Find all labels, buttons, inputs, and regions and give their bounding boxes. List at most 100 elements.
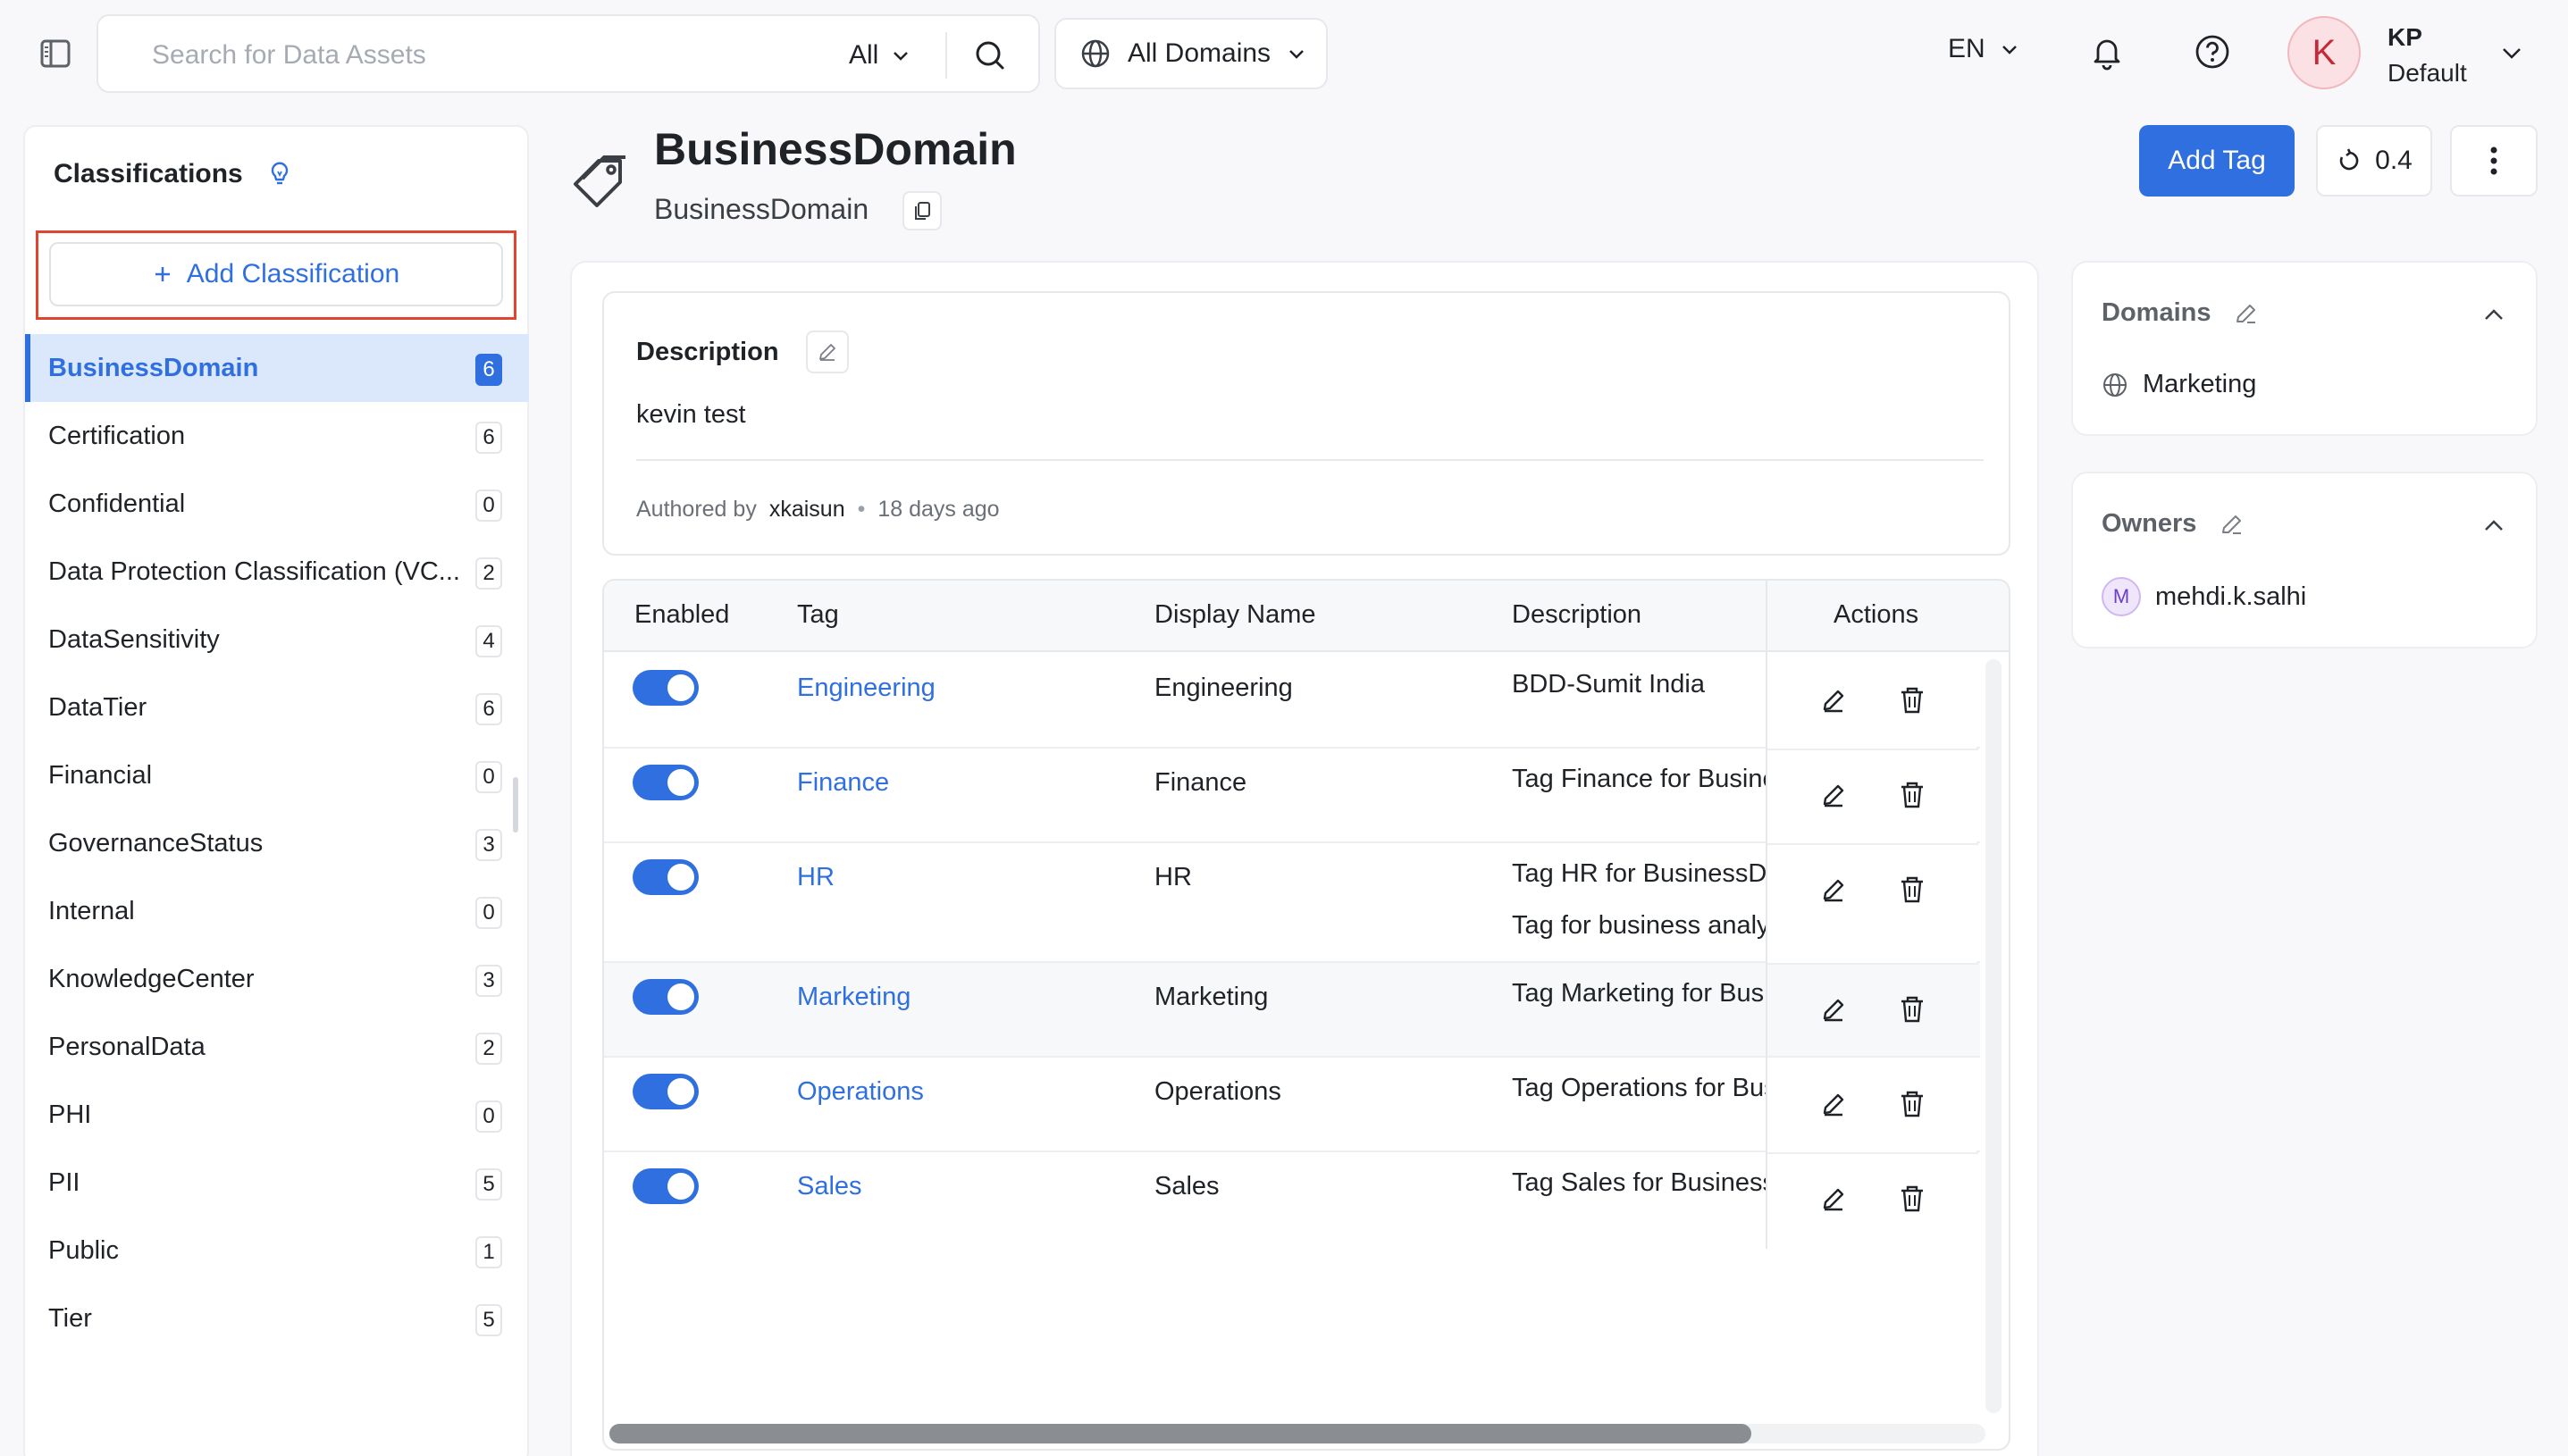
edit-icon[interactable] — [1816, 682, 1851, 718]
column-header-display-name: Display Name — [1154, 600, 1316, 629]
edit-description-icon[interactable] — [805, 331, 849, 373]
version-button[interactable]: 0.4 — [2316, 125, 2432, 197]
domain-item[interactable]: Marketing — [2102, 370, 2256, 399]
count-badge: 3 — [475, 829, 502, 861]
classification-item-datasensitivity[interactable]: DataSensitivity 4 — [25, 606, 529, 674]
notification-bell-icon[interactable] — [2087, 32, 2127, 71]
sidebar-scrollbar[interactable] — [513, 777, 518, 833]
classification-item-confidential[interactable]: Confidential 0 — [25, 470, 529, 538]
classification-item-internal[interactable]: Internal 0 — [25, 877, 529, 945]
classification-item-tier[interactable]: Tier 5 — [25, 1284, 529, 1352]
enabled-toggle[interactable] — [633, 765, 699, 800]
column-header-enabled: Enabled — [634, 600, 730, 629]
count-badge: 0 — [475, 1100, 502, 1133]
classification-label: Tier — [48, 1303, 92, 1333]
trash-icon[interactable] — [1894, 872, 1930, 908]
table-vertical-scrollbar[interactable] — [1985, 659, 2002, 1413]
classification-label: Internal — [48, 896, 135, 925]
edit-icon[interactable] — [1816, 992, 1851, 1027]
classification-item-pii[interactable]: PII 5 — [25, 1149, 529, 1217]
version-label: 0.4 — [2375, 146, 2413, 175]
edit-domains-icon[interactable] — [2234, 301, 2259, 326]
edit-icon[interactable] — [1816, 1086, 1851, 1122]
classification-item-knowledgecenter[interactable]: KnowledgeCenter 3 — [25, 945, 529, 1013]
count-badge: 6 — [475, 354, 502, 386]
trash-icon[interactable] — [1894, 777, 1930, 813]
classification-item-financial[interactable]: Financial 0 — [25, 741, 529, 809]
chevron-up-icon[interactable] — [2479, 300, 2509, 331]
help-icon[interactable] — [2193, 32, 2232, 71]
count-badge: 2 — [475, 557, 502, 590]
description-meta: Authored by xkaisun • 18 days ago — [636, 497, 1000, 523]
search-bar: All — [97, 14, 1040, 93]
tag-link[interactable]: Marketing — [797, 983, 911, 1012]
divider — [636, 459, 1984, 461]
classification-item-governancestatus[interactable]: GovernanceStatus 3 — [25, 809, 529, 877]
more-options-icon[interactable] — [2450, 125, 2538, 197]
language-dropdown[interactable]: EN — [1948, 34, 2019, 64]
trash-icon[interactable] — [1894, 992, 1930, 1027]
enabled-toggle[interactable] — [633, 979, 699, 1015]
enabled-toggle[interactable] — [633, 670, 699, 706]
lightbulb-icon[interactable] — [266, 161, 293, 188]
chevron-up-icon[interactable] — [2479, 511, 2509, 541]
enabled-toggle[interactable] — [633, 859, 699, 895]
search-icon[interactable] — [970, 36, 1010, 75]
display-name: HR — [1154, 863, 1192, 891]
separator-dot: • — [857, 497, 866, 522]
add-tag-button[interactable]: Add Tag — [2139, 125, 2295, 197]
classifications-panel: Classifications Add Classification Busin… — [23, 125, 529, 1456]
edit-owners-icon[interactable] — [2220, 512, 2245, 537]
edit-icon[interactable] — [1816, 1181, 1851, 1217]
chevron-down-icon — [2002, 46, 2017, 54]
classification-item-data-protection[interactable]: Data Protection Classification (VC... 2 — [25, 538, 529, 606]
table-horizontal-scrollbar[interactable] — [609, 1424, 1751, 1443]
enabled-toggle[interactable] — [633, 1168, 699, 1204]
copy-icon[interactable] — [902, 191, 942, 230]
classification-item-phi[interactable]: PHI 0 — [25, 1081, 529, 1149]
classification-label: Data Protection Classification (VC... — [48, 556, 460, 586]
description-text: kevin test — [636, 400, 746, 429]
classification-item-public[interactable]: Public 1 — [25, 1217, 529, 1284]
column-header-description: Description — [1512, 600, 1642, 629]
classification-item-businessdomain[interactable]: BusinessDomain 6 — [25, 334, 529, 402]
classification-item-certification[interactable]: Certification 6 — [25, 402, 529, 470]
classification-label: PersonalData — [48, 1032, 206, 1061]
count-badge: 0 — [475, 761, 502, 793]
enabled-toggle[interactable] — [633, 1074, 699, 1109]
tag-icon — [568, 150, 634, 216]
count-badge: 3 — [475, 965, 502, 997]
tag-link[interactable]: HR — [797, 863, 835, 892]
sidebar-toggle-icon[interactable] — [39, 38, 71, 70]
add-classification-button[interactable]: Add Classification — [49, 242, 503, 306]
count-badge: 5 — [475, 1304, 502, 1336]
classification-item-datatier[interactable]: DataTier 6 — [25, 674, 529, 741]
search-divider — [945, 32, 947, 79]
trash-icon[interactable] — [1894, 682, 1930, 718]
description-title: Description — [636, 337, 779, 366]
chevron-down-icon[interactable] — [2498, 39, 2525, 66]
author-name[interactable]: xkaisun — [769, 497, 845, 523]
edit-icon[interactable] — [1816, 872, 1851, 908]
trash-icon[interactable] — [1894, 1086, 1930, 1122]
search-filter-dropdown[interactable]: All — [849, 38, 911, 73]
domain-filter-dropdown[interactable]: All Domains — [1054, 18, 1328, 89]
owner-item[interactable]: M mehdi.k.salhi — [2102, 577, 2306, 616]
search-input[interactable] — [152, 36, 867, 75]
classification-label: Certification — [48, 421, 186, 450]
main-content-card: Description kevin test Authored by xkais… — [570, 261, 2039, 1456]
tag-description: Tag Marketing for BusinessDomain — [1512, 979, 1766, 1008]
tag-link[interactable]: Sales — [797, 1172, 862, 1201]
display-name: Operations — [1154, 1077, 1281, 1106]
tag-link[interactable]: Engineering — [797, 674, 936, 703]
edit-icon[interactable] — [1816, 777, 1851, 813]
tag-link[interactable]: Operations — [797, 1077, 924, 1107]
trash-icon[interactable] — [1894, 1181, 1930, 1217]
user-avatar[interactable]: K — [2287, 16, 2361, 89]
column-header-tag: Tag — [797, 600, 839, 629]
add-classification-highlight: Add Classification — [36, 230, 516, 320]
tag-link[interactable]: Finance — [797, 768, 889, 798]
classification-label: DataTier — [48, 692, 147, 722]
classification-item-personaldata[interactable]: PersonalData 2 — [25, 1013, 529, 1081]
user-info[interactable]: KP Default — [2388, 20, 2467, 91]
